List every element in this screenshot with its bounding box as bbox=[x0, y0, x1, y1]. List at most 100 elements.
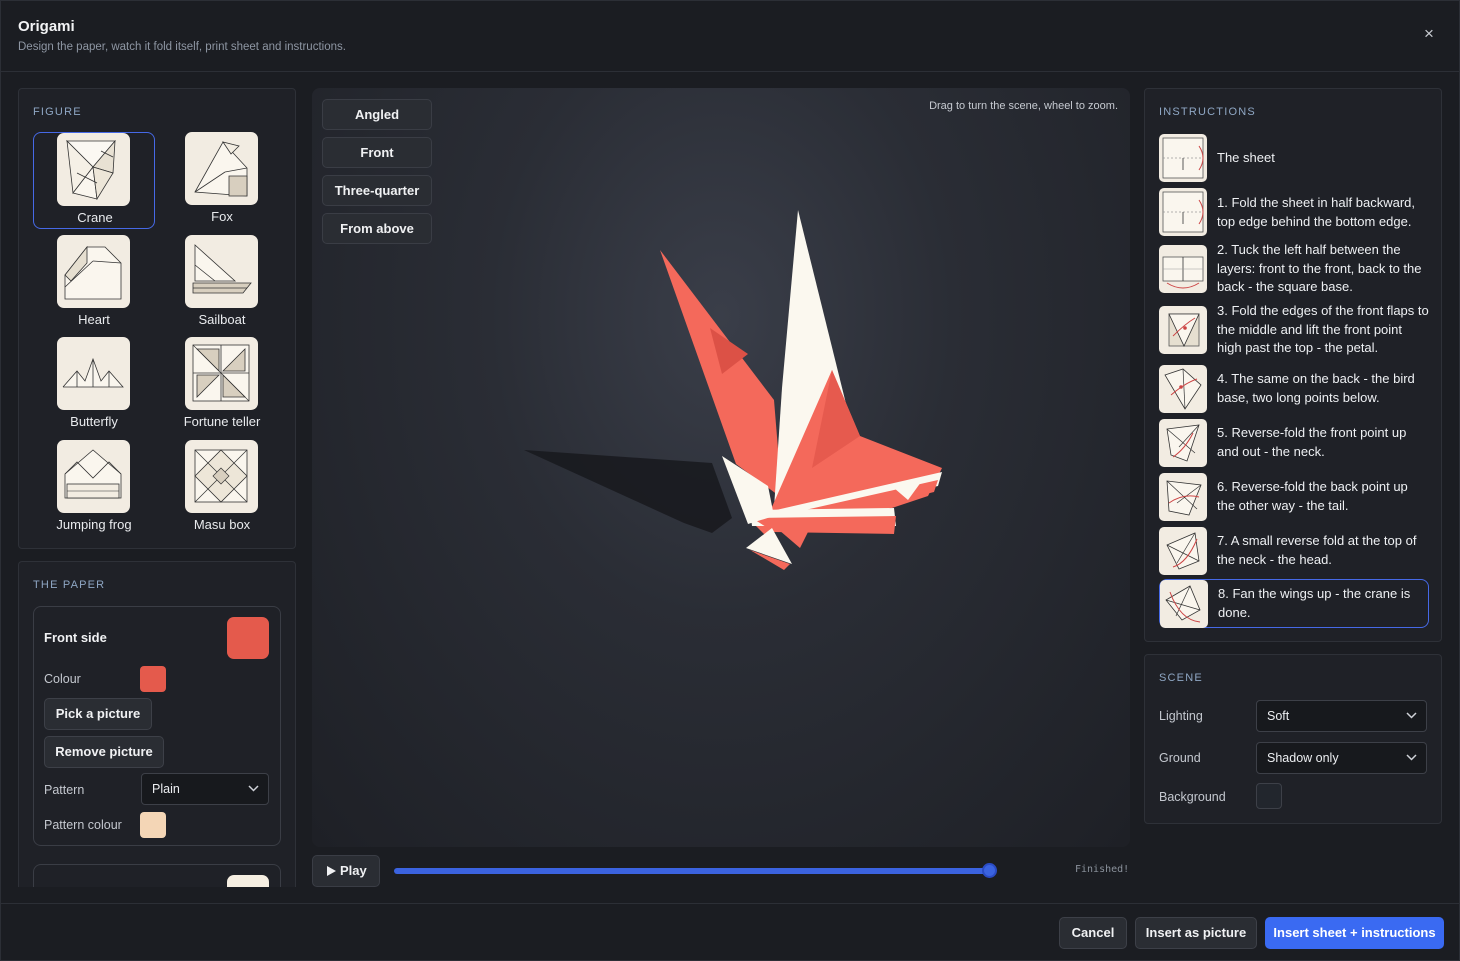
close-icon[interactable]: × bbox=[1417, 23, 1441, 45]
sailboat-thumbnail bbox=[185, 235, 258, 308]
insert-sheet-instructions-button[interactable]: Insert sheet + instructions bbox=[1265, 917, 1444, 949]
masu-box-thumbnail bbox=[185, 440, 258, 513]
chevron-down-icon bbox=[1406, 701, 1417, 743]
fortune-teller-thumbnail bbox=[185, 337, 258, 410]
step-thumbnail bbox=[1159, 245, 1207, 293]
lighting-select-value: Soft bbox=[1267, 709, 1290, 723]
pattern-colour-swatch[interactable] bbox=[140, 812, 166, 838]
play-icon bbox=[327, 866, 336, 876]
step-text: 4. The same on the back - the bird base,… bbox=[1217, 371, 1415, 405]
ground-label: Ground bbox=[1159, 751, 1201, 765]
front-side-card: Front side Colour Pick a picture Remove … bbox=[33, 606, 281, 846]
folded-crane-model bbox=[524, 210, 942, 570]
playback-status: Finished! bbox=[1075, 864, 1130, 875]
step-thumbnail bbox=[1160, 580, 1208, 628]
insert-as-picture-button[interactable]: Insert as picture bbox=[1135, 917, 1257, 949]
step-text: 8. Fan the wings up - the crane is done. bbox=[1218, 586, 1411, 620]
instruction-step-3[interactable]: 3. Fold the edges of the front flaps to … bbox=[1159, 303, 1429, 355]
origami-dialog: Origami Design the paper, watch it fold … bbox=[0, 0, 1460, 961]
instruction-step-sheet[interactable]: The sheet bbox=[1159, 134, 1429, 182]
background-colour-swatch[interactable] bbox=[1256, 783, 1282, 809]
lighting-select[interactable]: Soft bbox=[1256, 700, 1427, 732]
instruction-step-1[interactable]: 1. Fold the sheet in half backward, top … bbox=[1159, 188, 1429, 236]
figure-label: Butterfly bbox=[70, 414, 118, 429]
front-side-title: Front side bbox=[44, 630, 107, 645]
pattern-select[interactable]: Plain bbox=[141, 773, 269, 805]
dialog-footer: Cancel Insert as picture Insert sheet + … bbox=[1, 903, 1459, 961]
instruction-step-4[interactable]: 4. The same on the back - the bird base,… bbox=[1159, 365, 1429, 413]
figure-masu-box[interactable]: Masu box bbox=[161, 440, 283, 537]
ground-select[interactable]: Shadow only bbox=[1256, 742, 1427, 774]
figure-label: Fortune teller bbox=[183, 414, 261, 429]
butterfly-thumbnail bbox=[57, 337, 130, 410]
dialog-header: Origami Design the paper, watch it fold … bbox=[1, 1, 1459, 72]
figure-fox[interactable]: Fox bbox=[161, 132, 283, 229]
figure-heart[interactable]: Heart bbox=[33, 235, 155, 332]
figure-label: Crane bbox=[77, 210, 113, 225]
chevron-down-icon bbox=[1406, 743, 1417, 785]
figure-crane[interactable]: Crane bbox=[33, 132, 155, 229]
pattern-select-value: Plain bbox=[152, 782, 180, 796]
instruction-step-8[interactable]: 8. Fan the wings up - the crane is done. bbox=[1159, 579, 1429, 628]
figure-butterfly[interactable]: Butterfly bbox=[33, 337, 155, 434]
pattern-label: Pattern bbox=[44, 783, 85, 797]
pattern-colour-label: Pattern colour bbox=[44, 818, 122, 832]
step-thumbnail bbox=[1159, 527, 1207, 575]
figure-section-label: FIGURE bbox=[33, 106, 82, 118]
step-text: 6. Reverse-fold the back point up the ot… bbox=[1217, 479, 1408, 513]
figure-fortune-teller[interactable]: Fortune teller bbox=[161, 337, 283, 434]
instruction-step-7[interactable]: 7. A small reverse fold at the top of th… bbox=[1159, 527, 1429, 575]
3d-viewport[interactable]: Angled Front Three-quarter From above Dr… bbox=[312, 88, 1130, 847]
ground-select-value: Shadow only bbox=[1267, 751, 1339, 765]
step-text: 5. Reverse-fold the front point up and o… bbox=[1217, 425, 1407, 459]
instructions-panel: INSTRUCTIONS The sheet 1. Fold the sheet… bbox=[1144, 88, 1442, 642]
step-thumbnail bbox=[1159, 134, 1207, 182]
progress-slider-track[interactable] bbox=[394, 868, 990, 874]
figure-label: Masu box bbox=[193, 517, 251, 532]
figure-panel: FIGURE Crane Fox Heart Sailboat Butterfl… bbox=[18, 88, 296, 549]
instruction-step-2[interactable]: 2. Tuck the left half between the layers… bbox=[1159, 242, 1429, 294]
paper-section-label: THE PAPER bbox=[33, 579, 106, 591]
heart-thumbnail bbox=[57, 235, 130, 308]
remove-picture-button[interactable]: Remove picture bbox=[44, 736, 164, 768]
instruction-step-5[interactable]: 5. Reverse-fold the front point up and o… bbox=[1159, 419, 1429, 467]
step-text: The sheet bbox=[1217, 150, 1275, 165]
figure-label: Fox bbox=[211, 209, 233, 224]
figure-label: Sailboat bbox=[198, 312, 246, 327]
step-thumbnail bbox=[1159, 419, 1207, 467]
instructions-section-label: INSTRUCTIONS bbox=[1159, 106, 1256, 118]
dialog-title: Origami bbox=[18, 18, 75, 35]
figure-label: Jumping frog bbox=[56, 517, 132, 532]
step-text: 2. Tuck the left half between the layers… bbox=[1217, 242, 1422, 294]
pick-picture-button[interactable]: Pick a picture bbox=[44, 698, 152, 730]
fox-thumbnail bbox=[185, 132, 258, 205]
step-text: 7. A small reverse fold at the top of th… bbox=[1217, 533, 1417, 567]
instruction-step-6[interactable]: 6. Reverse-fold the back point up the ot… bbox=[1159, 473, 1429, 521]
figure-sailboat[interactable]: Sailboat bbox=[161, 235, 283, 332]
cancel-button[interactable]: Cancel bbox=[1059, 917, 1127, 949]
paper-panel: THE PAPER Front side Colour Pick a pictu… bbox=[18, 561, 296, 887]
figure-jumping-frog[interactable]: Jumping frog bbox=[33, 440, 155, 537]
crane-thumbnail bbox=[57, 133, 130, 206]
step-text: 1. Fold the sheet in half backward, top … bbox=[1217, 195, 1416, 229]
dialog-subtitle: Design the paper, watch it fold itself, … bbox=[18, 41, 346, 53]
progress-slider-thumb[interactable] bbox=[982, 863, 997, 878]
step-thumbnail bbox=[1159, 473, 1207, 521]
front-side-preview-swatch bbox=[227, 617, 269, 659]
step-thumbnail bbox=[1159, 306, 1207, 354]
figure-label: Heart bbox=[78, 312, 110, 327]
step-thumbnail bbox=[1159, 188, 1207, 236]
back-side-preview-swatch bbox=[227, 875, 269, 887]
play-label: Play bbox=[340, 863, 367, 878]
colour-label: Colour bbox=[44, 672, 81, 686]
jumping-frog-thumbnail bbox=[57, 440, 130, 513]
chevron-down-icon bbox=[248, 774, 259, 816]
step-thumbnail bbox=[1159, 365, 1207, 413]
step-text: 3. Fold the edges of the front flaps to … bbox=[1217, 303, 1429, 355]
play-button[interactable]: Play bbox=[312, 855, 380, 887]
background-label: Background bbox=[1159, 790, 1226, 804]
scene-panel: SCENE Lighting Soft Ground Shadow only B… bbox=[1144, 654, 1442, 824]
lighting-label: Lighting bbox=[1159, 709, 1203, 723]
back-side-card bbox=[33, 864, 281, 887]
colour-swatch[interactable] bbox=[140, 666, 166, 692]
